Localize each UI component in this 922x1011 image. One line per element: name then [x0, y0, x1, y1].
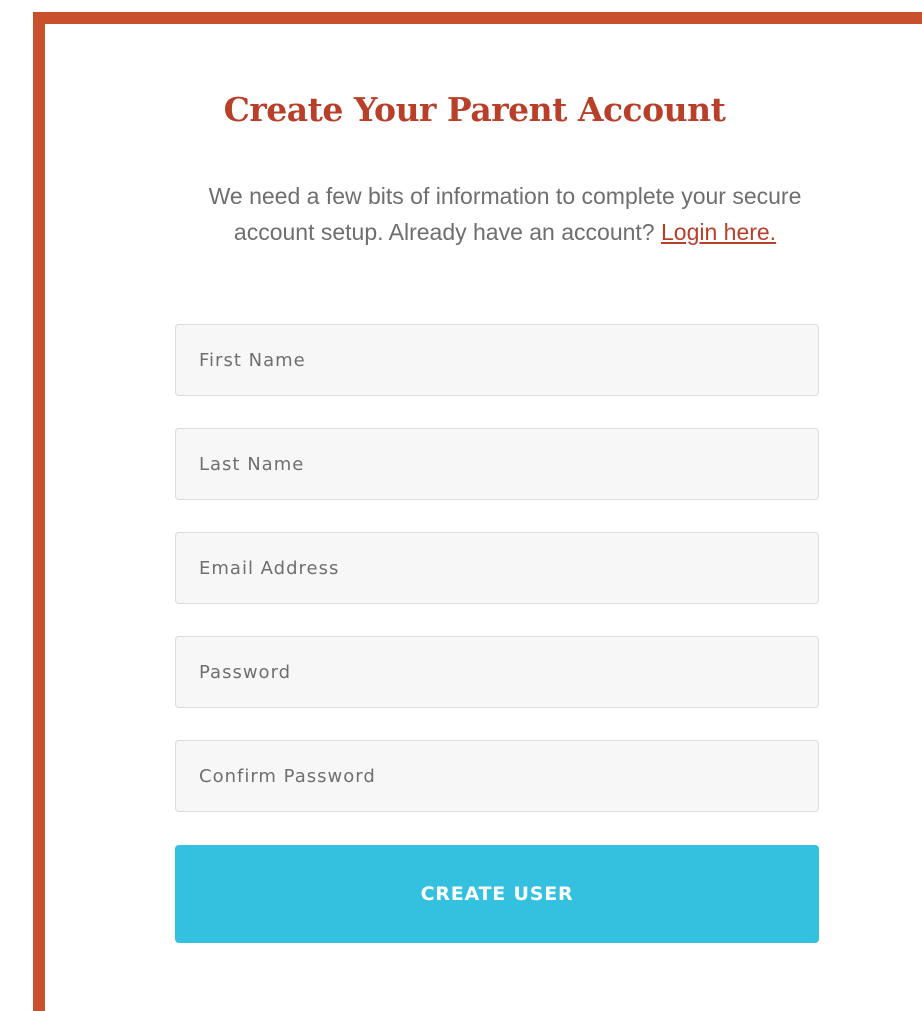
login-link[interactable]: Login here. — [661, 219, 776, 245]
last-name-input[interactable] — [175, 428, 819, 500]
signup-card: Create Your Parent Account We need a few… — [33, 12, 922, 1011]
confirm-password-input[interactable] — [175, 740, 819, 812]
email-input[interactable] — [175, 532, 819, 604]
create-user-button[interactable]: CREATE USER — [175, 845, 819, 943]
password-input[interactable] — [175, 636, 819, 708]
intro-text: We need a few bits of information to com… — [185, 178, 825, 250]
page-title: Create Your Parent Account — [223, 90, 726, 129]
first-name-input[interactable] — [175, 324, 819, 396]
